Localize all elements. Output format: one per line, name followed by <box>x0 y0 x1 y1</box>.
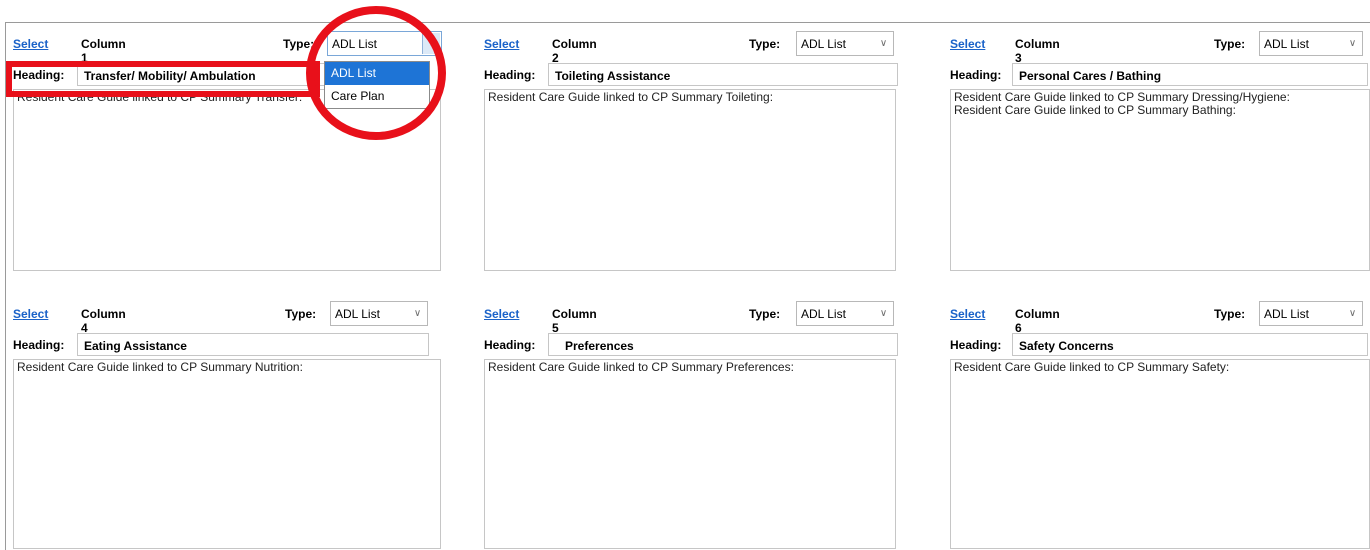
column-3-heading-label: Heading: <box>950 68 1002 82</box>
column-5-heading-input[interactable]: Preferences <box>548 333 898 356</box>
chevron-down-icon[interactable]: ∨ <box>1344 33 1361 54</box>
column-6-heading-input[interactable]: Safety Concerns <box>1012 333 1368 356</box>
column-2-title: Column 2 <box>552 37 597 65</box>
column-2-type-label: Type: <box>749 37 781 51</box>
column-2-type-dropdown[interactable]: ADL List ∨ <box>796 31 894 56</box>
annotation-heading-highlight <box>6 61 320 97</box>
column-3-title: Column 3 <box>1015 37 1060 65</box>
column-6-type-label: Type: <box>1214 307 1246 321</box>
chevron-down-icon[interactable]: ∨ <box>875 303 892 324</box>
column-2-type-value: ADL List <box>801 37 846 51</box>
column-5-text-area[interactable]: Resident Care Guide linked to CP Summary… <box>484 359 896 549</box>
column-5-type-value: ADL List <box>801 307 846 321</box>
annotation-dropdown-circle <box>306 6 446 140</box>
column-4-heading-input[interactable]: Eating Assistance <box>77 333 429 356</box>
column-3-heading-input[interactable]: Personal Cares / Bathing <box>1012 63 1368 86</box>
column-6-select-link[interactable]: Select <box>950 307 985 321</box>
column-4-text-area[interactable]: Resident Care Guide linked to CP Summary… <box>13 359 441 549</box>
column-2-select-link[interactable]: Select <box>484 37 519 51</box>
column-3-type-value: ADL List <box>1264 37 1309 51</box>
column-4-select-link[interactable]: Select <box>13 307 48 321</box>
column-4-title: Column 4 <box>81 307 126 335</box>
column-6-type-dropdown[interactable]: ADL List ∨ <box>1259 301 1363 326</box>
chevron-down-icon[interactable]: ∨ <box>1344 303 1361 324</box>
column-2-heading-label: Heading: <box>484 68 536 82</box>
column-3-text-area[interactable]: Resident Care Guide linked to CP Summary… <box>950 89 1370 271</box>
column-4-type-label: Type: <box>285 307 317 321</box>
column-2-text-area[interactable]: Resident Care Guide linked to CP Summary… <box>484 89 896 271</box>
column-4-heading-label: Heading: <box>13 338 65 352</box>
chevron-down-icon[interactable]: ∨ <box>409 303 426 324</box>
column-6-type-value: ADL List <box>1264 307 1309 321</box>
column-3-type-label: Type: <box>1214 37 1246 51</box>
column-2-heading-input[interactable]: Toileting Assistance <box>548 63 898 86</box>
column-5-select-link[interactable]: Select <box>484 307 519 321</box>
column-6-text-area[interactable]: Resident Care Guide linked to CP Summary… <box>950 359 1370 549</box>
column-4-type-value: ADL List <box>335 307 380 321</box>
column-5-type-dropdown[interactable]: ADL List ∨ <box>796 301 894 326</box>
column-5-heading-label: Heading: <box>484 338 536 352</box>
column-4-type-dropdown[interactable]: ADL List ∨ <box>330 301 428 326</box>
column-3-type-dropdown[interactable]: ADL List ∨ <box>1259 31 1363 56</box>
column-6-title: Column 6 <box>1015 307 1060 335</box>
column-3-select-link[interactable]: Select <box>950 37 985 51</box>
column-6-heading-label: Heading: <box>950 338 1002 352</box>
chevron-down-icon[interactable]: ∨ <box>875 33 892 54</box>
column-1-select-link[interactable]: Select <box>13 37 48 51</box>
column-5-type-label: Type: <box>749 307 781 321</box>
column-5-title: Column 5 <box>552 307 597 335</box>
